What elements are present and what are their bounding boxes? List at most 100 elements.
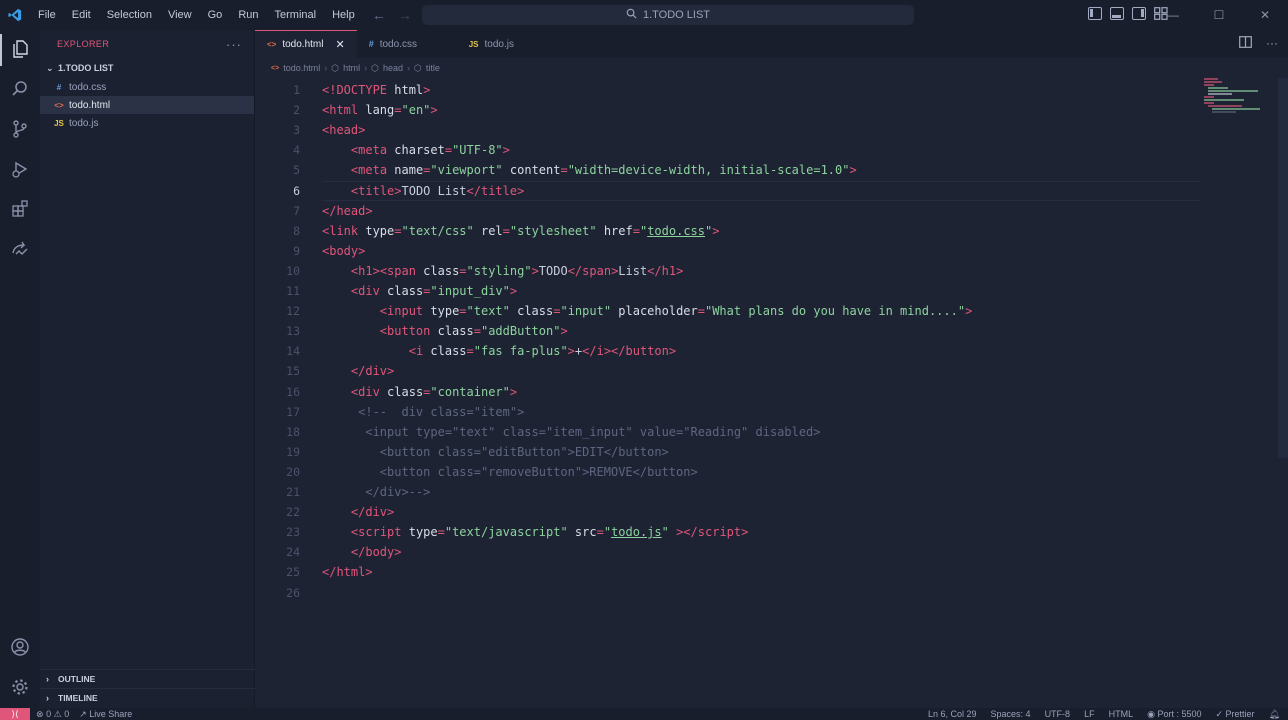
code-line[interactable]: 10 <h1><span class="styling">TODO</span>…: [255, 261, 1288, 281]
back-arrow-icon[interactable]: ←: [372, 7, 386, 23]
code-line[interactable]: 1 <!DOCTYPE html>: [255, 80, 1288, 100]
code-line[interactable]: 9 <body>: [255, 241, 1288, 261]
css-file-icon: #: [368, 39, 374, 49]
code-text: <body>: [322, 243, 366, 258]
code-line[interactable]: 25 </html>: [255, 562, 1288, 582]
code-line[interactable]: 22 </div>: [255, 502, 1288, 522]
accounts-activity[interactable]: [0, 628, 40, 668]
file-label: todo.js: [69, 117, 99, 129]
code-line[interactable]: 17 <!-- div class="item">: [255, 402, 1288, 422]
code-line[interactable]: 21 </div>-->: [255, 482, 1288, 502]
code-line[interactable]: 26: [255, 583, 1288, 603]
more-actions-icon[interactable]: ···: [1266, 36, 1278, 51]
minimap[interactable]: [1204, 78, 1264, 118]
breadcrumb-item[interactable]: todo.html: [283, 63, 320, 73]
close-window-icon[interactable]: ✕: [1242, 0, 1288, 30]
code-editor[interactable]: 1 <!DOCTYPE html> 2 <html lang="en"> 3 <head>…: [255, 78, 1288, 708]
status-right: Ln 6, Col 29 Spaces: 4 UTF-8 LF HTML ◉ P…: [928, 708, 1280, 720]
code-line[interactable]: 8 <link type="text/css" rel="stylesheet" …: [255, 221, 1288, 241]
code-line[interactable]: 15 </div>: [255, 361, 1288, 381]
prettier-status[interactable]: ✓ Prettier: [1215, 709, 1254, 720]
code-line[interactable]: 2 <html lang="en">: [255, 100, 1288, 120]
end-of-line[interactable]: LF: [1084, 709, 1095, 719]
code-line[interactable]: 24 </body>: [255, 542, 1288, 562]
css-file-icon: #: [56, 82, 62, 92]
encoding[interactable]: UTF-8: [1045, 709, 1071, 719]
menu-go[interactable]: Go: [200, 0, 231, 30]
code-line[interactable]: 11 <div class="input_div">: [255, 281, 1288, 301]
menu-terminal[interactable]: Terminal: [267, 0, 325, 30]
extensions-icon: [10, 199, 30, 222]
code-line[interactable]: 3 <head>: [255, 120, 1288, 140]
code-line[interactable]: 16 <div class="container">: [255, 382, 1288, 402]
live-share-status[interactable]: ↗ Live Share: [79, 709, 132, 720]
indentation[interactable]: Spaces: 4: [991, 709, 1031, 719]
line-number: 9: [293, 243, 300, 258]
menu-selection[interactable]: Selection: [99, 0, 160, 30]
file-todo-css[interactable]: # todo.css: [40, 78, 254, 96]
command-center-label: 1.TODO LIST: [642, 9, 711, 21]
account-icon: [10, 637, 30, 660]
live-share-activity[interactable]: [0, 230, 40, 270]
code-text: <!-- div class="item">: [358, 404, 525, 419]
menu-file[interactable]: File: [30, 0, 64, 30]
extensions-activity[interactable]: [0, 190, 40, 230]
notifications-bell-icon[interactable]: 🔔︎: [1269, 709, 1280, 720]
code-line[interactable]: 13 <button class="addButton">: [255, 321, 1288, 341]
activity-bar-bottom: [0, 628, 40, 708]
line-number: 14: [286, 344, 300, 359]
breadcrumb-item[interactable]: html: [343, 63, 360, 73]
source-control-activity[interactable]: [0, 110, 40, 150]
breadcrumb-item[interactable]: head: [383, 63, 403, 73]
breadcrumb-item[interactable]: title: [426, 63, 440, 73]
file-todo-js[interactable]: JS todo.js: [40, 114, 254, 132]
folder-todo-list[interactable]: ⌄ 1.TODO LIST: [40, 58, 254, 78]
code-line[interactable]: 18 <input type="text" class="item_input"…: [255, 422, 1288, 442]
forward-arrow-icon[interactable]: →: [398, 7, 412, 23]
code-line[interactable]: 7 </head>: [255, 201, 1288, 221]
menu-edit[interactable]: Edit: [64, 0, 99, 30]
live-server-port[interactable]: ◉ Port : 5500: [1147, 709, 1201, 720]
manage-activity[interactable]: [0, 668, 40, 708]
code-line[interactable]: 12 <input type="text" class="input" plac…: [255, 301, 1288, 321]
explorer-activity[interactable]: [0, 30, 40, 70]
toggle-primary-sidebar-icon[interactable]: [1088, 7, 1102, 20]
title-bar: File Edit Selection View Go Run Terminal…: [0, 0, 1288, 30]
tab-todo-html[interactable]: <> todo.html ✕: [255, 30, 357, 58]
code-line[interactable]: 14 <i class="fas fa-plus">+</i></button>: [255, 341, 1288, 361]
toggle-panel-icon[interactable]: [1110, 7, 1124, 20]
more-actions-icon[interactable]: ···: [226, 37, 242, 52]
search-activity[interactable]: [0, 70, 40, 110]
menu-help[interactable]: Help: [324, 0, 363, 30]
close-icon[interactable]: ✕: [335, 38, 344, 51]
problems-indicator[interactable]: ⊗ 0 ⚠ 0: [36, 709, 69, 720]
navigation-arrows: ← →: [372, 0, 412, 30]
code-line[interactable]: 6 <title>TODO List</title>: [255, 180, 1288, 201]
menu-run[interactable]: Run: [230, 0, 266, 30]
code-text: </head>: [322, 203, 373, 218]
file-todo-html[interactable]: <> todo.html: [40, 96, 254, 114]
code-line[interactable]: 23 <script type="text/javascript" src="t…: [255, 522, 1288, 542]
command-center-search[interactable]: 1.TODO LIST: [422, 5, 914, 25]
run-debug-activity[interactable]: [0, 150, 40, 190]
language-mode[interactable]: HTML: [1109, 709, 1134, 719]
outline-section[interactable]: › OUTLINE: [40, 669, 255, 687]
toggle-secondary-sidebar-icon[interactable]: [1132, 7, 1146, 20]
split-editor-icon[interactable]: [1239, 36, 1252, 51]
tab-todo-css[interactable]: # todo.css: [357, 30, 457, 58]
code-line[interactable]: 20 <button class="removeButton">REMOVE</…: [255, 462, 1288, 482]
cursor-position[interactable]: Ln 6, Col 29: [928, 709, 977, 719]
remote-indicator-icon[interactable]: ⟩⟨: [0, 708, 30, 720]
code-line[interactable]: 5 <meta name="viewport" content="width=d…: [255, 160, 1288, 180]
menu-view[interactable]: View: [160, 0, 200, 30]
tab-todo-js[interactable]: JS todo.js: [457, 30, 557, 58]
maximize-icon[interactable]: ☐: [1196, 0, 1242, 30]
live-share-label: Live Share: [89, 708, 133, 719]
code-text: <title>TODO List</title>: [350, 183, 525, 198]
minimize-icon[interactable]: —: [1150, 0, 1196, 30]
timeline-section[interactable]: › TIMELINE: [40, 688, 255, 706]
code-line[interactable]: 19 <button class="editButton">EDIT</butt…: [255, 442, 1288, 462]
vertical-scrollbar[interactable]: [1278, 78, 1288, 458]
line-number: 15: [286, 364, 300, 379]
code-line[interactable]: 4 <meta charset="UTF-8">: [255, 140, 1288, 160]
